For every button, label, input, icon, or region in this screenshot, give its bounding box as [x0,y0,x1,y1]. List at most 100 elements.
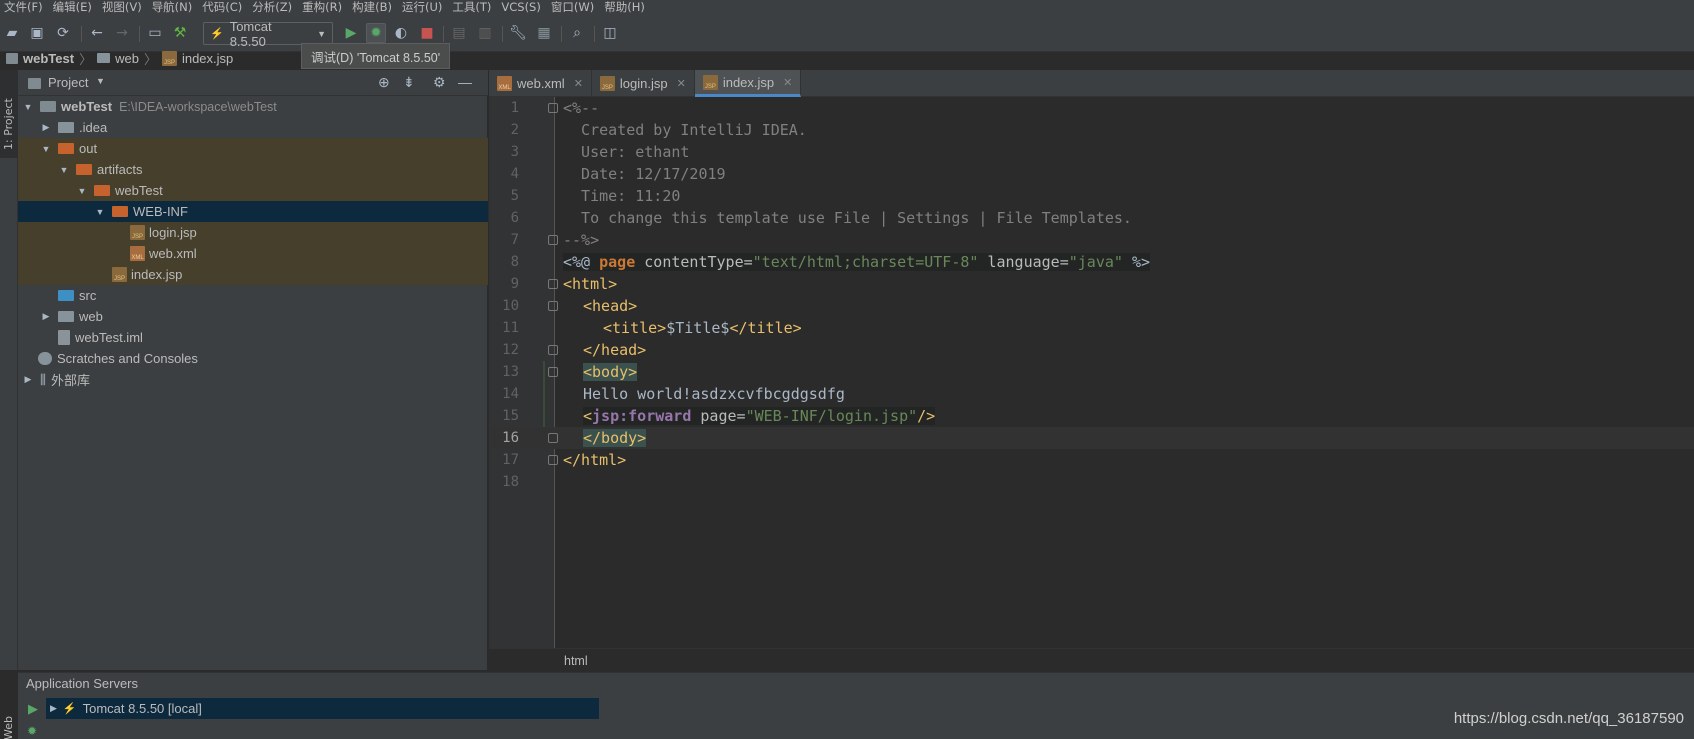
menu-run[interactable]: 运行(U) [398,0,448,14]
project-view-title[interactable]: Project [48,75,88,90]
breadcrumb-separator-icon: 〉 [143,51,157,67]
tree-item-label: Scratches and Consoles [57,351,198,366]
expand-arrow-icon[interactable]: ▼ [76,186,88,196]
expand-arrow-icon[interactable]: ▶ [50,703,57,714]
jsp-file-icon: JSP [112,267,127,282]
coverage-icon[interactable]: ◐ [391,23,411,43]
expand-arrow-icon[interactable]: ▶ [40,122,52,133]
collapse-all-icon[interactable]: ⇟ [403,74,415,91]
tree-item-webtest-root[interactable]: ▼ webTest E:\IDEA-workspace\webTest [18,96,488,117]
code-line: 1 <%-- [510,99,600,117]
menu-view[interactable]: 视图(V) [98,0,148,14]
code-line: 17 </html> [502,451,627,469]
expand-arrow-icon[interactable]: ▶ [40,311,52,322]
chevron-down-icon[interactable]: ▼ [96,76,105,86]
tab-label: index.jsp [722,74,775,90]
tree-item-web[interactable]: ▶ web [18,306,488,327]
server-row[interactable]: ▶ ⚡ Tomcat 8.5.50 [local] [46,698,599,719]
back-icon[interactable]: ← [87,23,107,43]
toolbar: ▰ ▣ ⟳ ← → ▭ ⚒ ⚡ Tomcat 8.5.50 ▼ ▶ ✹ ◐ ■ … [0,14,1694,52]
menu-build[interactable]: 构建(B) [348,0,398,14]
menu-refactor[interactable]: 重构(R) [298,0,348,14]
save-icon[interactable]: ▣ [27,23,47,43]
search-icon[interactable]: ⌕ [567,23,587,43]
tree-item-external-libraries[interactable]: ▶ ⫼ 外部库 [18,369,488,390]
open-folder-icon[interactable]: ▰ [2,23,22,43]
tab-login-jsp[interactable]: JSP login.jsp ✕ [592,70,695,97]
close-icon[interactable]: ✕ [574,77,583,90]
fold-marker-icon[interactable] [548,235,558,245]
code-line: 13 <body> [502,363,638,381]
close-icon[interactable]: ✕ [677,77,686,90]
fold-marker-icon[interactable] [548,367,558,377]
close-icon[interactable]: ✕ [783,76,792,89]
update-icon[interactable]: ▥ [475,23,495,43]
breadcrumb-project[interactable]: webTest [23,51,74,66]
expand-arrow-icon[interactable]: ▼ [94,207,106,217]
menu-analyze[interactable]: 分析(Z) [248,0,298,14]
watermark: https://blog.csdn.net/qq_36187590 [1453,710,1684,727]
fold-marker-icon[interactable] [548,279,558,289]
tree-item-artifacts[interactable]: ▼ artifacts [18,159,488,180]
tree-item-webtest-artifact[interactable]: ▼ webTest [18,180,488,201]
tab-index-jsp[interactable]: JSP index.jsp ✕ [694,70,802,97]
expand-arrow-icon[interactable]: ▼ [40,144,52,154]
vcs-icon[interactable]: ◫ [600,23,620,43]
expand-arrow-icon[interactable]: ▼ [58,165,70,175]
menu-navigate[interactable]: 导航(N) [148,0,199,14]
tab-web-xml[interactable]: XML web.xml ✕ [489,70,592,97]
gear-icon[interactable]: ⚙ [433,74,446,91]
build-hammer-icon[interactable]: ⚒ [170,23,190,43]
debug-icon[interactable]: ✹ [27,724,37,738]
tree-item-index-jsp-out[interactable]: JSP index.jsp [18,264,488,285]
code-line: 12 </head> [502,341,647,359]
fold-marker-icon[interactable] [548,301,558,311]
breadcrumb-file[interactable]: index.jsp [182,51,233,66]
debug-icon[interactable]: ✹ [366,23,386,43]
menu-tools[interactable]: 工具(T) [448,0,497,14]
minimize-icon[interactable]: — [458,74,472,90]
module-icon [6,52,18,64]
expand-arrow-icon[interactable]: ▼ [22,102,34,112]
locate-icon[interactable]: ⊕ [378,74,390,91]
fold-marker-icon[interactable] [548,433,558,443]
run-configuration-select[interactable]: ⚡ Tomcat 8.5.50 ▼ [203,19,333,49]
tree-item-web-inf[interactable]: ▼ WEB-INF [18,201,488,222]
tree-item-scratches[interactable]: Scratches and Consoles [18,348,488,369]
fold-marker-icon[interactable] [548,345,558,355]
project-tool-tab[interactable]: 1: Project [0,70,18,158]
code-editor[interactable]: 1 <%-- 2 Created by IntelliJ IDEA. 3 Use… [489,97,1694,493]
sync-icon[interactable]: ⟳ [53,23,73,43]
libraries-icon: ⫼ [40,371,46,387]
menu-vcs[interactable]: VCS(S) [497,0,546,14]
excluded-folder-icon [112,206,128,217]
chevron-down-icon: ▼ [317,28,326,39]
jsp-file-icon: JSP [599,76,615,91]
menu-edit[interactable]: 编辑(E) [49,0,98,14]
fold-marker-icon[interactable] [548,455,558,465]
tree-item-login-jsp[interactable]: JSP login.jsp [18,222,488,243]
tree-item-src[interactable]: src [18,285,488,306]
tree-item-idea[interactable]: ▶ .idea [18,117,488,138]
run-icon[interactable]: ▶ [341,23,361,43]
project-structure-icon[interactable]: ▦ [534,23,554,43]
forward-icon[interactable]: → [112,23,132,43]
tree-item-out[interactable]: ▼ out [18,138,488,159]
expand-arrow-icon[interactable]: ▶ [22,374,34,385]
run-icon[interactable]: ▶ [28,702,38,717]
tree-item-label: WEB-INF [133,204,188,219]
menu-window[interactable]: 窗口(W) [547,0,600,14]
menu-file[interactable]: 文件(F) [0,0,49,14]
tree-item-webtest-iml[interactable]: webTest.iml [18,327,488,348]
wrench-icon[interactable]: 🔧︎ [508,23,528,43]
fold-marker-icon[interactable] [548,103,558,113]
stop-icon[interactable]: ■ [417,23,437,43]
editor-footer-tag[interactable]: html [564,654,588,668]
tree-item-label: .idea [79,120,108,135]
menu-code[interactable]: 代码(C) [198,0,248,14]
menu-help[interactable]: 帮助(H) [600,0,651,14]
tree-item-web-xml[interactable]: XML web.xml [18,243,488,264]
attach-icon[interactable]: ▤ [449,23,469,43]
terminal-icon[interactable]: ▭ [145,23,165,43]
breadcrumb-web[interactable]: web [115,51,139,66]
